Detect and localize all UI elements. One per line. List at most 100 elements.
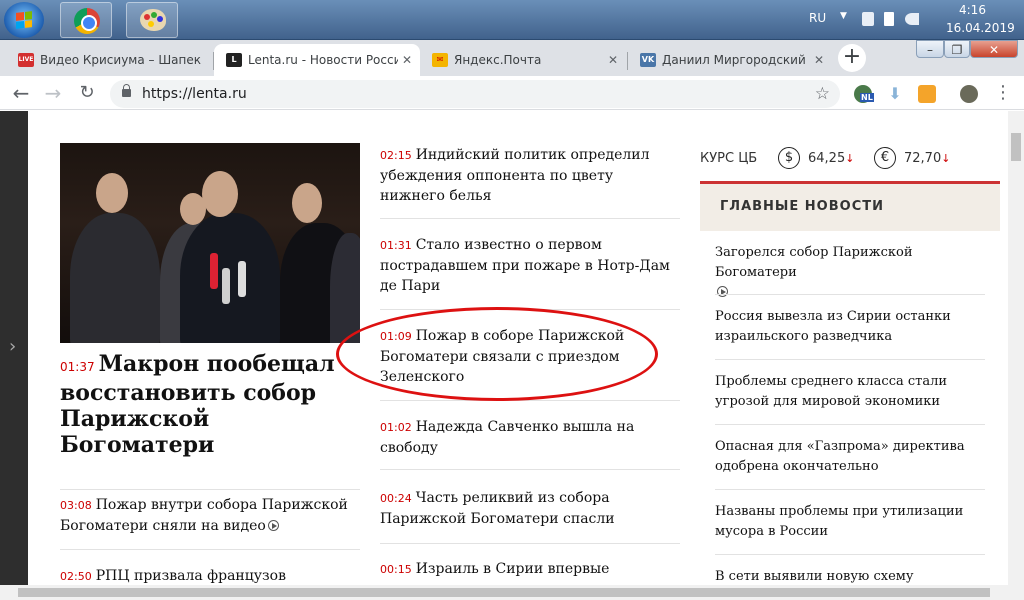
download-icon[interactable]: ⬇ (886, 85, 904, 103)
tab-favicon: L (226, 53, 242, 67)
play-icon (717, 286, 728, 297)
browser-toolbar: ← → ↻ https://lenta.ru ☆ NL ⬇ ⋮ (0, 76, 1024, 110)
news-title: Проблемы среднего класса стали угрозой д… (715, 374, 948, 409)
tab-favicon: LIVE (18, 53, 34, 67)
list-item[interactable]: 00:24 Часть реликвий из собора Парижской … (380, 488, 680, 529)
reload-button[interactable]: ↻ (74, 80, 100, 106)
divider (380, 309, 680, 310)
arrow-down-icon: ↓ (845, 152, 855, 165)
list-item[interactable]: Опасная для «Газпрома» директива одобрен… (715, 437, 985, 477)
lock-icon (122, 84, 131, 97)
usd-rate[interactable]: 64,25↓ (808, 151, 854, 166)
new-tab-button[interactable]: + (838, 44, 866, 72)
language-indicator[interactable]: RU (809, 11, 826, 25)
list-item[interactable]: 03:08 Пожар внутри собора Парижской Богом… (60, 495, 360, 536)
news-title: РПЦ призвала французов (95, 568, 286, 584)
divider (380, 400, 680, 401)
extension-nl-icon[interactable]: NL (854, 85, 874, 103)
news-time: 03:08 (60, 499, 92, 512)
news-title: Пожар внутри собора Парижской Богоматери… (60, 497, 348, 534)
divider (715, 424, 985, 425)
vertical-scrollbar[interactable] (1008, 111, 1024, 585)
news-title: Стало известно о первом пострадавшем при… (380, 237, 670, 294)
play-icon (267, 520, 279, 531)
start-button[interactable] (4, 2, 44, 38)
dollar-icon: $ (778, 147, 800, 169)
chevron-right-icon[interactable]: › (9, 336, 16, 357)
extension-nl-label: NL (860, 93, 874, 102)
maximize-button[interactable]: ❐ (944, 40, 970, 58)
clock-date[interactable]: 16.04.2019 (946, 21, 1015, 35)
news-title: Индийский политик определил убеждения оп… (380, 147, 650, 204)
taskbar-chrome[interactable] (60, 2, 112, 38)
list-item[interactable]: Названы проблемы при утилизации мусора в… (715, 502, 985, 542)
chrome-icon (74, 8, 100, 34)
divider (715, 554, 985, 555)
list-item[interactable]: 01:02 Надежда Савченко вышла на свободу (380, 417, 680, 458)
feature-time: 01:37 (60, 360, 95, 374)
tab-title: Видео Крисиума – Шапек (40, 53, 201, 67)
back-button[interactable]: ← (8, 80, 34, 106)
main-news-header[interactable]: ГЛАВНЫЕ НОВОСТИ (700, 181, 1000, 231)
profile-avatar[interactable] (960, 85, 978, 103)
odnoklassniki-icon[interactable] (918, 85, 936, 103)
close-icon[interactable]: ✕ (397, 44, 412, 76)
list-item[interactable]: 02:15 Индийский политик определил убежден… (380, 145, 680, 206)
feature-headline[interactable]: 01:37 Макрон пообещал восстановить собор … (60, 351, 360, 458)
taskbar-paint[interactable] (126, 2, 178, 38)
url-text[interactable]: https://lenta.ru (142, 80, 247, 108)
left-sidebar[interactable]: › (0, 111, 28, 585)
tab-vk[interactable]: VK Даниил Миргородский ✕ (628, 44, 832, 76)
scrollbar-thumb[interactable] (1011, 133, 1021, 161)
list-item[interactable]: 00:15 Израиль в Сирии впервые (380, 559, 680, 580)
divider (715, 489, 985, 490)
news-time: 00:24 (380, 492, 412, 505)
news-title: Загорелся собор Парижской Богоматери (715, 245, 913, 280)
list-item-highlighted[interactable]: 01:09 Пожар в соборе Парижской Богоматери… (380, 326, 680, 387)
news-time: 01:31 (380, 239, 412, 252)
close-window-button[interactable]: ✕ (970, 40, 1018, 58)
minimize-button[interactable]: – (916, 40, 944, 58)
news-title: Опасная для «Газпрома» директива одобрен… (715, 439, 965, 474)
horizontal-scrollbar[interactable] (0, 585, 1024, 600)
feature-photo[interactable] (60, 143, 360, 343)
tab-lenta[interactable]: L Lenta.ru - Новости России ✕ (214, 44, 420, 76)
list-item[interactable]: В сети выявили новую схему (715, 567, 985, 585)
news-time: 00:15 (380, 563, 412, 576)
bookmark-star-icon[interactable]: ☆ (815, 80, 830, 108)
divider (380, 469, 680, 470)
eur-rate[interactable]: 72,70↓ (904, 151, 950, 166)
news-title: В сети выявили новую схему (715, 569, 914, 584)
list-item[interactable]: Россия вывезла из Сирии останки израильс… (715, 307, 985, 347)
news-time: 01:02 (380, 421, 412, 434)
rates-label: КУРС ЦБ (700, 151, 758, 166)
menu-icon[interactable]: ⋮ (990, 80, 1016, 106)
news-time: 02:15 (380, 149, 412, 162)
news-title: Надежда Савченко вышла на свободу (380, 419, 635, 456)
flag-tray-icon[interactable] (884, 12, 894, 26)
tab-strip: LIVE Видео Крисиума – Шапек L Lenta.ru -… (0, 40, 1024, 76)
divider (60, 549, 360, 550)
divider (60, 489, 360, 490)
scrollbar-thumb[interactable] (18, 588, 990, 597)
tab-crisium[interactable]: LIVE Видео Крисиума – Шапек (6, 44, 212, 76)
list-item[interactable]: 01:31 Стало известно о первом пострадавше… (380, 235, 680, 296)
tab-yandex-mail[interactable]: ✉ Яндекс.Почта ✕ (420, 44, 626, 76)
feature-title: Макрон пообещал восстановить собор Париж… (60, 351, 335, 458)
windows-taskbar: RU ▼ 4:16 16.04.2019 (0, 0, 1024, 40)
network-icon[interactable] (862, 12, 874, 26)
euro-icon: € (874, 147, 896, 169)
close-icon[interactable]: ✕ (809, 44, 824, 76)
tray-expand-icon[interactable]: ▼ (840, 11, 847, 21)
list-item[interactable]: 02:50 РПЦ призвала французов (60, 566, 360, 585)
address-bar[interactable]: https://lenta.ru ☆ (110, 80, 840, 108)
close-icon[interactable]: ✕ (608, 44, 618, 76)
lenta-page: › 01:37 Макрон пообещал восстановить собо… (0, 111, 1008, 585)
clock-time[interactable]: 4:16 (959, 3, 986, 17)
forward-button[interactable]: → (40, 80, 66, 106)
list-item[interactable]: Проблемы среднего класса стали угрозой д… (715, 372, 985, 412)
volume-icon[interactable] (905, 13, 919, 25)
divider (380, 543, 680, 544)
tab-favicon: VK (640, 53, 656, 67)
news-title: Названы проблемы при утилизации мусора в… (715, 504, 964, 539)
